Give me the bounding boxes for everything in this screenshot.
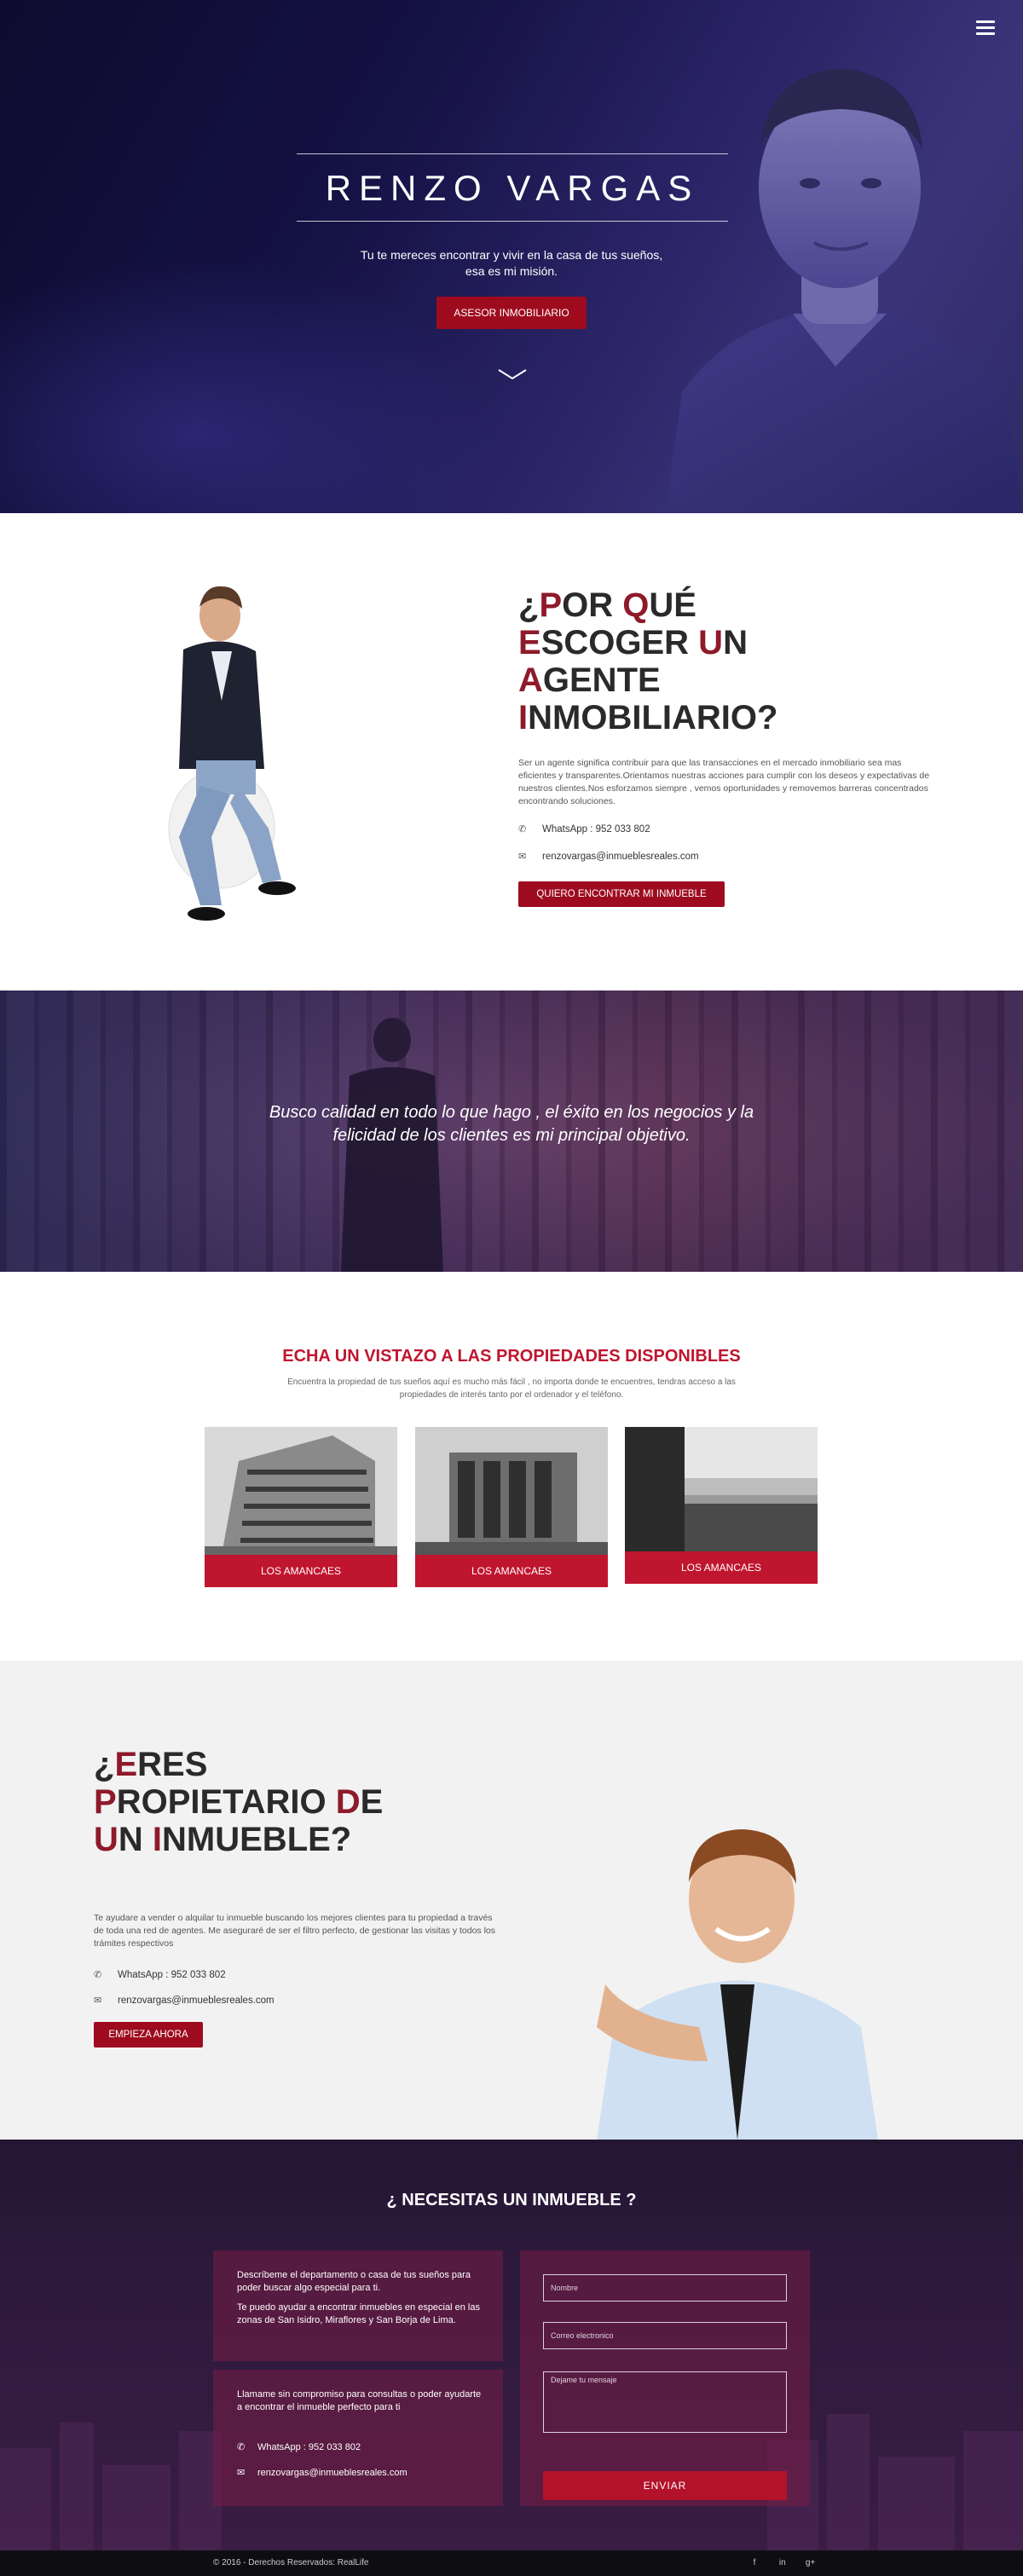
why-whatsapp: ✆ WhatsApp : 952 033 802 bbox=[518, 823, 650, 835]
whatsapp-icon: ✆ bbox=[94, 1970, 102, 1980]
quote-section: Busco calidad en todo lo que hago , el é… bbox=[0, 991, 1023, 1272]
hero-title: RENZO VARGAS bbox=[325, 168, 700, 208]
chevron-down-icon[interactable] bbox=[498, 368, 527, 380]
smiling-man-image bbox=[597, 1829, 878, 2140]
owner-email: ✉ renzovargas@inmueblesreales.com bbox=[94, 1995, 275, 2006]
info-box-dream: Descríbeme el departamento o casa de tus… bbox=[213, 2250, 503, 2361]
email-input[interactable] bbox=[543, 2322, 787, 2349]
owner-title-text: ¿ERES PROPIETARIO DE UN INMUEBLE? bbox=[94, 1746, 384, 1858]
why-title-text: ¿POR QUÉ ESCOGER UN AGENTE INMOBILIARIO? bbox=[518, 586, 778, 736]
property-label: LOS AMANCAES bbox=[205, 1555, 397, 1587]
phone-icon: ✆ bbox=[237, 2442, 246, 2452]
envelope-icon: ✉ bbox=[237, 2468, 246, 2478]
contact-title: ¿ NECESITAS UN INMUEBLE ? bbox=[386, 2191, 637, 2209]
contact-email-text: renzovargas@inmueblesreales.com bbox=[257, 2468, 407, 2478]
contact-form: ENVIAR bbox=[520, 2250, 810, 2506]
property-image bbox=[625, 1427, 818, 1551]
contact-whatsapp: ✆ WhatsApp : 952 033 802 bbox=[237, 2441, 361, 2452]
footer-copyright: © 2016 - Derechos Reservados: RealLife bbox=[213, 2558, 369, 2567]
info-box-text-3: Llamame sin compromiso para consultas o … bbox=[237, 2389, 482, 2412]
quote-text: Busco calidad en todo lo que hago , el é… bbox=[269, 1103, 754, 1145]
property-card[interactable]: LOS AMANCAES bbox=[625, 1427, 818, 1584]
why-title: ¿POR QUÉ ESCOGER UN AGENTE INMOBILIARIO? bbox=[518, 586, 876, 736]
owner-email-text: renzovargas@inmueblesreales.com bbox=[118, 1996, 275, 2006]
contact-whatsapp-text: WhatsApp : 952 033 802 bbox=[257, 2442, 361, 2452]
property-card[interactable]: LOS AMANCAES bbox=[205, 1427, 397, 1587]
why-whatsapp-text: WhatsApp : 952 033 802 bbox=[542, 824, 650, 835]
property-card[interactable]: LOS AMANCAES bbox=[415, 1427, 608, 1587]
send-button[interactable]: ENVIAR bbox=[543, 2471, 787, 2500]
hero-section: RENZO VARGAS Tu te mereces encontrar y v… bbox=[0, 0, 1023, 513]
envelope-icon: ✉ bbox=[518, 852, 527, 862]
find-property-button[interactable]: QUIERO ENCONTRAR MI INMUEBLE bbox=[518, 881, 725, 907]
city-background bbox=[0, 2414, 1023, 2567]
contact-section: ¿ NECESITAS UN INMUEBLE ? Descríbeme el … bbox=[0, 2140, 1023, 2567]
why-agent-section: ¿POR QUÉ ESCOGER UN AGENTE INMOBILIARIO?… bbox=[0, 513, 1023, 991]
property-image bbox=[205, 1427, 397, 1555]
info-box-text-2: Te puedo ayudar a encontrar inmuebles en… bbox=[237, 2302, 480, 2325]
envelope-icon: ✉ bbox=[94, 1996, 102, 2006]
message-textarea[interactable] bbox=[543, 2371, 787, 2433]
hero-portrait-image bbox=[665, 68, 1023, 513]
facebook-icon[interactable]: f bbox=[742, 2558, 767, 2567]
why-description: Ser un agente significa contribuir para … bbox=[518, 758, 930, 806]
menu-icon[interactable] bbox=[976, 20, 995, 38]
properties-subtitle: Encuentra la propiedad de tus sueños aqu… bbox=[287, 1378, 736, 1400]
start-now-button[interactable]: EMPIEZA AHORA bbox=[94, 2022, 203, 2048]
owner-description: Te ayudare a vender o alquilar tu inmueb… bbox=[94, 1913, 496, 1949]
hero-glow bbox=[0, 256, 494, 513]
agent-sitting-image bbox=[168, 586, 296, 921]
hero-subtitle: Tu te mereces encontrar y vivir en la ca… bbox=[360, 248, 663, 278]
properties-section: ECHA UN VISTAZO A LAS PROPIEDADES DISPON… bbox=[0, 1272, 1023, 1661]
contact-email: ✉ renzovargas@inmueblesreales.com bbox=[237, 2467, 407, 2478]
info-box-call: Llamame sin compromiso para consultas o … bbox=[213, 2370, 503, 2506]
name-input[interactable] bbox=[543, 2274, 787, 2302]
property-label: LOS AMANCAES bbox=[625, 1551, 818, 1584]
why-email-text: renzovargas@inmueblesreales.com bbox=[542, 852, 699, 862]
google-plus-icon[interactable]: g+ bbox=[798, 2558, 824, 2567]
social-links: f in g+ bbox=[742, 2558, 824, 2567]
owner-section: ¿ERES PROPIETARIO DE UN INMUEBLE? Te ayu… bbox=[0, 1661, 1023, 2140]
why-email: ✉ renzovargas@inmueblesreales.com bbox=[518, 851, 699, 862]
whatsapp-icon: ✆ bbox=[518, 824, 527, 835]
info-box-text-1: Descríbeme el departamento o casa de tus… bbox=[237, 2270, 471, 2293]
footer: © 2016 - Derechos Reservados: RealLife f… bbox=[0, 2550, 1023, 2576]
hero-title-frame: RENZO VARGAS bbox=[297, 153, 728, 222]
owner-whatsapp: ✆ WhatsApp : 952 033 802 bbox=[94, 1969, 226, 1980]
owner-whatsapp-text: WhatsApp : 952 033 802 bbox=[118, 1970, 226, 1980]
linkedin-icon[interactable]: in bbox=[770, 2558, 795, 2567]
properties-title: ECHA UN VISTAZO A LAS PROPIEDADES DISPON… bbox=[282, 1347, 741, 1366]
property-image bbox=[415, 1427, 608, 1555]
property-label: LOS AMANCAES bbox=[415, 1555, 608, 1587]
asesor-button[interactable]: ASESOR INMOBILIARIO bbox=[436, 297, 587, 329]
owner-title: ¿ERES PROPIETARIO DE UN INMUEBLE? bbox=[94, 1746, 384, 1858]
